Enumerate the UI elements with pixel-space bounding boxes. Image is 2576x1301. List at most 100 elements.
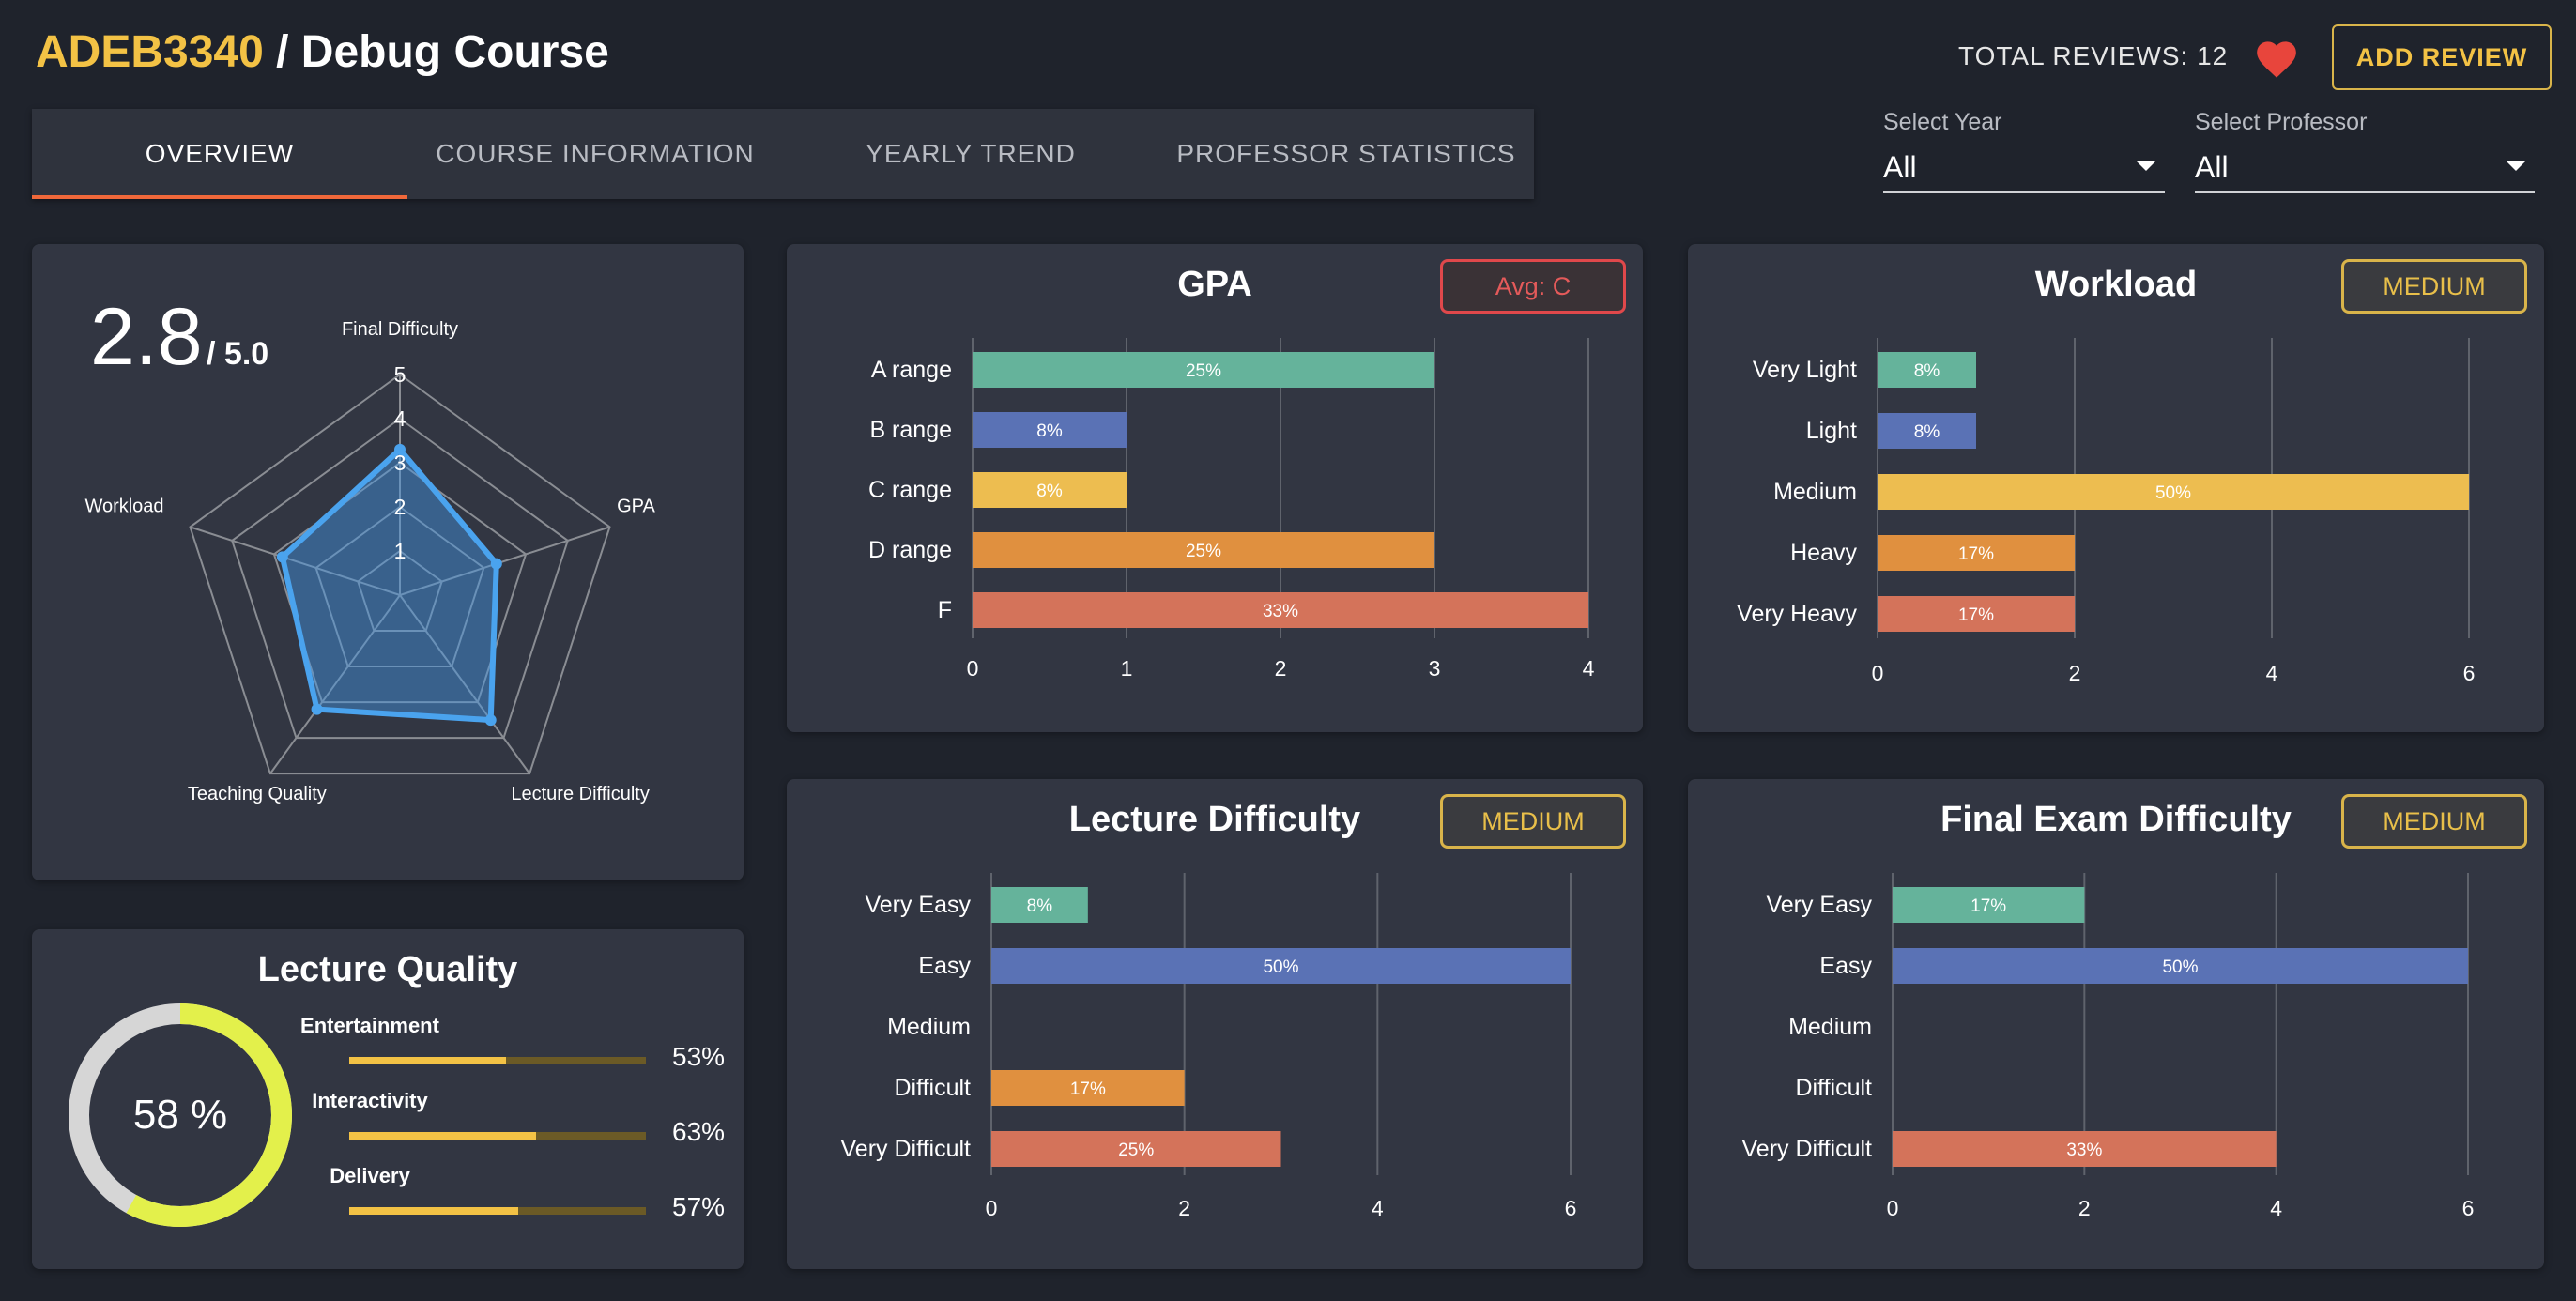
professor-select[interactable]: All <box>2195 137 2535 193</box>
tab-professor-statistics[interactable]: PROFESSOR STATISTICS <box>1158 109 1534 199</box>
delivery-pct: 57% <box>672 1192 726 1221</box>
final-exam-difficulty-bar-label: 50% <box>2162 957 2198 977</box>
entertainment-bar-fill <box>349 1057 507 1064</box>
final-exam-difficulty-category-label: Very Easy <box>1766 892 1872 918</box>
final-exam-difficulty-category-label: Very Difficult <box>1742 1136 1873 1162</box>
final-exam-difficulty-category-label: Medium <box>1788 1014 1872 1040</box>
delivery-bar <box>349 1207 646 1215</box>
gpa-tick-label: 1 <box>1121 656 1133 681</box>
tab-yearly-trend[interactable]: YEARLY TREND <box>783 109 1158 199</box>
final-exam-difficulty-category-label: Easy <box>1819 953 1872 979</box>
workload-category-label: Light <box>1806 418 1857 444</box>
course-code: ADEB3340 <box>36 27 264 77</box>
radar-axis-label: Lecture Difficulty <box>511 784 649 804</box>
tab-bar: OVERVIEW COURSE INFORMATION YEARLY TREND… <box>32 109 1534 199</box>
radar-data-area <box>279 446 499 724</box>
donut-label: 58 % <box>133 1092 227 1138</box>
final-exam-difficulty-bar-label: 17% <box>1970 896 2006 916</box>
workload-tick-label: 4 <box>2266 661 2278 685</box>
lecture-difficulty-chart: 0 2 4 6 Very Easy 8% Easy 50% Medium Difficult 17%… <box>841 873 1577 1220</box>
final-exam-difficulty-category-label: Difficult <box>1795 1075 1872 1101</box>
radar-chart: 1 2 3 4 5 Final Difficulty GPA Lecture Difficul… <box>84 319 655 804</box>
lecture-difficulty-category-label: Medium <box>887 1014 971 1040</box>
lecture-difficulty-tick-label: 6 <box>1565 1196 1577 1220</box>
lecture-difficulty-bar-label: 25% <box>1118 1140 1154 1160</box>
gpa-bar-label: 25% <box>1186 361 1221 381</box>
year-select[interactable]: All <box>1883 137 2165 193</box>
page-title: ADEB3340 / Debug Course <box>36 26 609 78</box>
year-filter: Select Year All <box>1883 109 2165 199</box>
entertainment-label: Entertainment <box>300 1014 439 1037</box>
radar-axis-label: Workload <box>84 496 163 516</box>
radar-axis-label: Final Difficulty <box>342 319 458 340</box>
lecture-difficulty-category-label: Very Easy <box>865 892 971 918</box>
delivery-label: Delivery <box>330 1164 410 1187</box>
workload-category-label: Medium <box>1773 479 1857 505</box>
workload-chart: 0 2 4 6 Very Light 8% Light 8% Medium 50% Heavy 17%… <box>1737 338 2476 685</box>
gpa-tick-label: 2 <box>1275 656 1287 681</box>
final-exam-difficulty-card: Final Exam Difficulty MEDIUM 0 2 4 6 Very Ea… <box>1688 779 2544 1269</box>
heart-icon[interactable] <box>2253 36 2300 79</box>
gpa-bar-label: 8% <box>1036 421 1063 441</box>
final-exam-difficulty-tick-label: 4 <box>2270 1196 2282 1220</box>
gpa-bar-label: 25% <box>1186 542 1221 561</box>
lecture-difficulty-category-label: Easy <box>918 953 971 979</box>
year-select-label: Select Year <box>1883 109 2002 135</box>
workload-bar-label: 50% <box>2155 483 2191 503</box>
final-exam-difficulty-tick-label: 6 <box>2462 1196 2475 1220</box>
total-reviews: TOTAL REVIEWS: 12 <box>1958 41 2229 70</box>
workload-bar-label: 17% <box>1958 544 1994 564</box>
gpa-category-label: D range <box>868 537 952 563</box>
gpa-category-label: F <box>938 597 952 623</box>
lecture-quality-card: Lecture Quality 58 % Entertainment 53% I… <box>32 929 744 1269</box>
delivery-bar-fill <box>349 1207 519 1215</box>
interactivity-label: Interactivity <box>312 1089 428 1112</box>
interactivity-bar-fill <box>349 1132 537 1140</box>
lecture-difficulty-category-label: Very Difficult <box>841 1136 972 1162</box>
gpa-tick-label: 0 <box>967 656 979 681</box>
gpa-tick-label: 3 <box>1429 656 1441 681</box>
workload-bar-label: 8% <box>1914 361 1940 381</box>
lecture-difficulty-bar-label: 50% <box>1263 957 1298 977</box>
tab-course-information[interactable]: COURSE INFORMATION <box>407 109 783 199</box>
professor-select-label: Select Professor <box>2195 109 2368 135</box>
radar-tick-label: 1 <box>394 539 406 563</box>
gpa-bar-label: 8% <box>1036 482 1063 501</box>
radar-data-point <box>276 551 288 563</box>
lecture-difficulty-card: Lecture Difficulty MEDIUM 0 2 4 6 Very Easy 8… <box>787 779 1643 1269</box>
gpa-category-label: A range <box>871 357 952 383</box>
workload-bar-label: 17% <box>1958 605 1994 625</box>
lecture-quality-title: Lecture Quality <box>257 950 518 989</box>
radar-axis-label: GPA <box>617 496 655 516</box>
radar-tick-label: 2 <box>394 495 406 519</box>
lecture-difficulty-bar-label: 8% <box>1027 896 1053 916</box>
interactivity-bar <box>349 1132 646 1140</box>
caret-down-icon <box>2137 161 2155 171</box>
workload-tick-label: 0 <box>1872 661 1884 685</box>
workload-category-label: Very Light <box>1753 357 1857 383</box>
gpa-category-label: C range <box>868 477 952 503</box>
gpa-category-label: B range <box>869 417 952 443</box>
professor-select-value: All <box>2195 150 2229 184</box>
lecture-difficulty-category-label: Difficult <box>894 1075 971 1101</box>
lecture-difficulty-bar-label: 17% <box>1070 1079 1106 1099</box>
lecture-difficulty-tick-label: 2 <box>1178 1196 1190 1220</box>
radar-tick-label: 5 <box>394 362 406 387</box>
lecture-difficulty-tick-label: 4 <box>1372 1196 1384 1220</box>
gpa-bar-label: 33% <box>1263 602 1298 621</box>
add-review-button[interactable]: ADD REVIEW <box>2332 24 2552 90</box>
final-exam-difficulty-chart: 0 2 4 6 Very Easy 17% Easy 50% Medium Difficult Ve… <box>1742 873 2475 1220</box>
radar-axis-label: Teaching Quality <box>188 784 327 804</box>
workload-category-label: Very Heavy <box>1737 601 1857 627</box>
year-select-value: All <box>1883 150 1917 184</box>
caret-down-icon <box>2507 161 2525 171</box>
workload-card: Workload MEDIUM 0 2 4 6 Very Light 8% Light 8% M… <box>1688 244 2544 732</box>
workload-category-label: Heavy <box>1790 540 1857 566</box>
tab-overview[interactable]: OVERVIEW <box>32 109 407 199</box>
final-exam-difficulty-bar-label: 33% <box>2066 1140 2102 1160</box>
final-exam-difficulty-tick-label: 2 <box>2078 1196 2091 1220</box>
radar-data-point <box>311 703 323 715</box>
final-exam-difficulty-tick-label: 0 <box>1887 1196 1899 1220</box>
radar-data-point <box>484 714 497 727</box>
workload-tick-label: 6 <box>2463 661 2476 685</box>
